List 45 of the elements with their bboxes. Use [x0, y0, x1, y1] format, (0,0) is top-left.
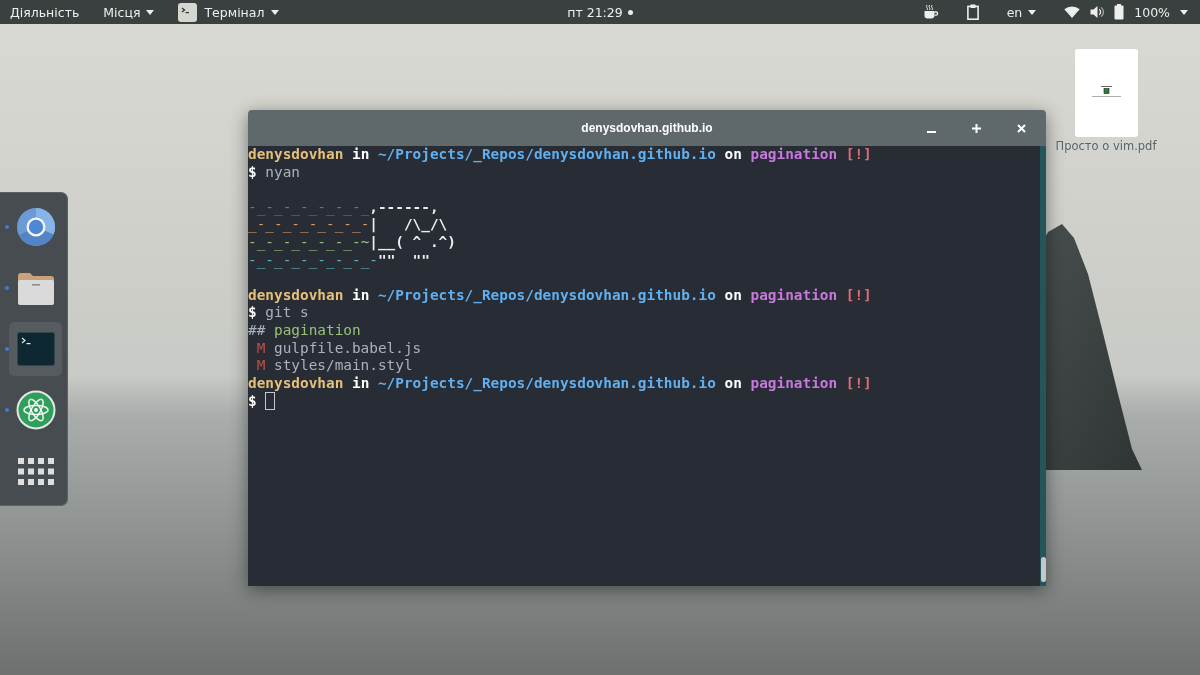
prompt-line: denysdovhan in ~/Projects/_Repos/denysdovhan.github.io on pagination [!] — [248, 374, 872, 393]
cat-ascii-art: ,------, — [369, 198, 439, 215]
scrollbar[interactable] — [1040, 146, 1046, 586]
cat-ascii-art: "" "" — [377, 251, 430, 268]
command-line: $ nyan — [248, 163, 300, 182]
close-icon — [1016, 123, 1026, 133]
activities-button[interactable]: Діяльність — [0, 0, 90, 24]
input-source-menu[interactable]: en — [996, 0, 1047, 24]
git-status-line: M styles/main.styl — [255, 357, 413, 375]
maximize-icon — [971, 123, 981, 133]
coffee-cup-icon — [922, 4, 939, 20]
window-title: denysdovhan.github.io — [581, 121, 713, 135]
file-label[interactable]: Просто о vim.pdf — [1055, 139, 1157, 153]
caret-icon — [1028, 9, 1037, 15]
rainbow-trail: -_-_-_-_-_-_-_ — [248, 198, 370, 215]
minimize-icon — [926, 131, 936, 133]
prompt-sign: $ — [248, 393, 257, 410]
places-menu[interactable]: Місця — [93, 0, 165, 24]
volume-icon — [1090, 5, 1105, 19]
caret-icon — [271, 9, 280, 15]
rainbow-trail: -_-_-_-_-_-_-~ — [248, 233, 370, 250]
clipboard-icon — [966, 4, 979, 20]
folder-icon — [16, 270, 55, 306]
caret-icon — [146, 9, 155, 15]
cat-ascii-art: |__( ^ .^) — [369, 233, 456, 250]
aperture-icon — [15, 207, 56, 247]
clock-button[interactable]: пт 21:29 — [559, 0, 641, 24]
git-status-line: M gulpfile.babel.js — [255, 339, 422, 358]
prompt-line: denysdovhan in ~/Projects/_Repos/denysdovhan.github.io on pagination [!] — [248, 146, 872, 164]
rainbow-trail: _-_-_-_-_-_-_- — [248, 216, 370, 233]
rainbow-trail: -_-_-_-_-_-_-_- — [248, 251, 378, 268]
caret-icon — [1180, 9, 1188, 15]
pdf-thumbnail[interactable] — [1074, 49, 1138, 137]
cat-ascii-art: | /\_/\ — [369, 216, 448, 233]
app-grid-icon — [17, 457, 54, 485]
battery-icon — [1114, 4, 1125, 20]
app-menu[interactable]: Термінал — [168, 0, 290, 24]
prompt-line: denysdovhan in ~/Projects/_Repos/denysdovhan.github.io on pagination [!] — [248, 286, 872, 305]
output-line: ## pagination — [248, 321, 361, 340]
atom-icon — [15, 390, 56, 430]
system-menu[interactable]: 100% — [1054, 0, 1198, 24]
wifi-icon — [1064, 6, 1081, 18]
scrollbar-thumb[interactable] — [1040, 557, 1046, 582]
terminal-icon — [16, 332, 55, 366]
command-line: $ git s — [248, 304, 309, 322]
